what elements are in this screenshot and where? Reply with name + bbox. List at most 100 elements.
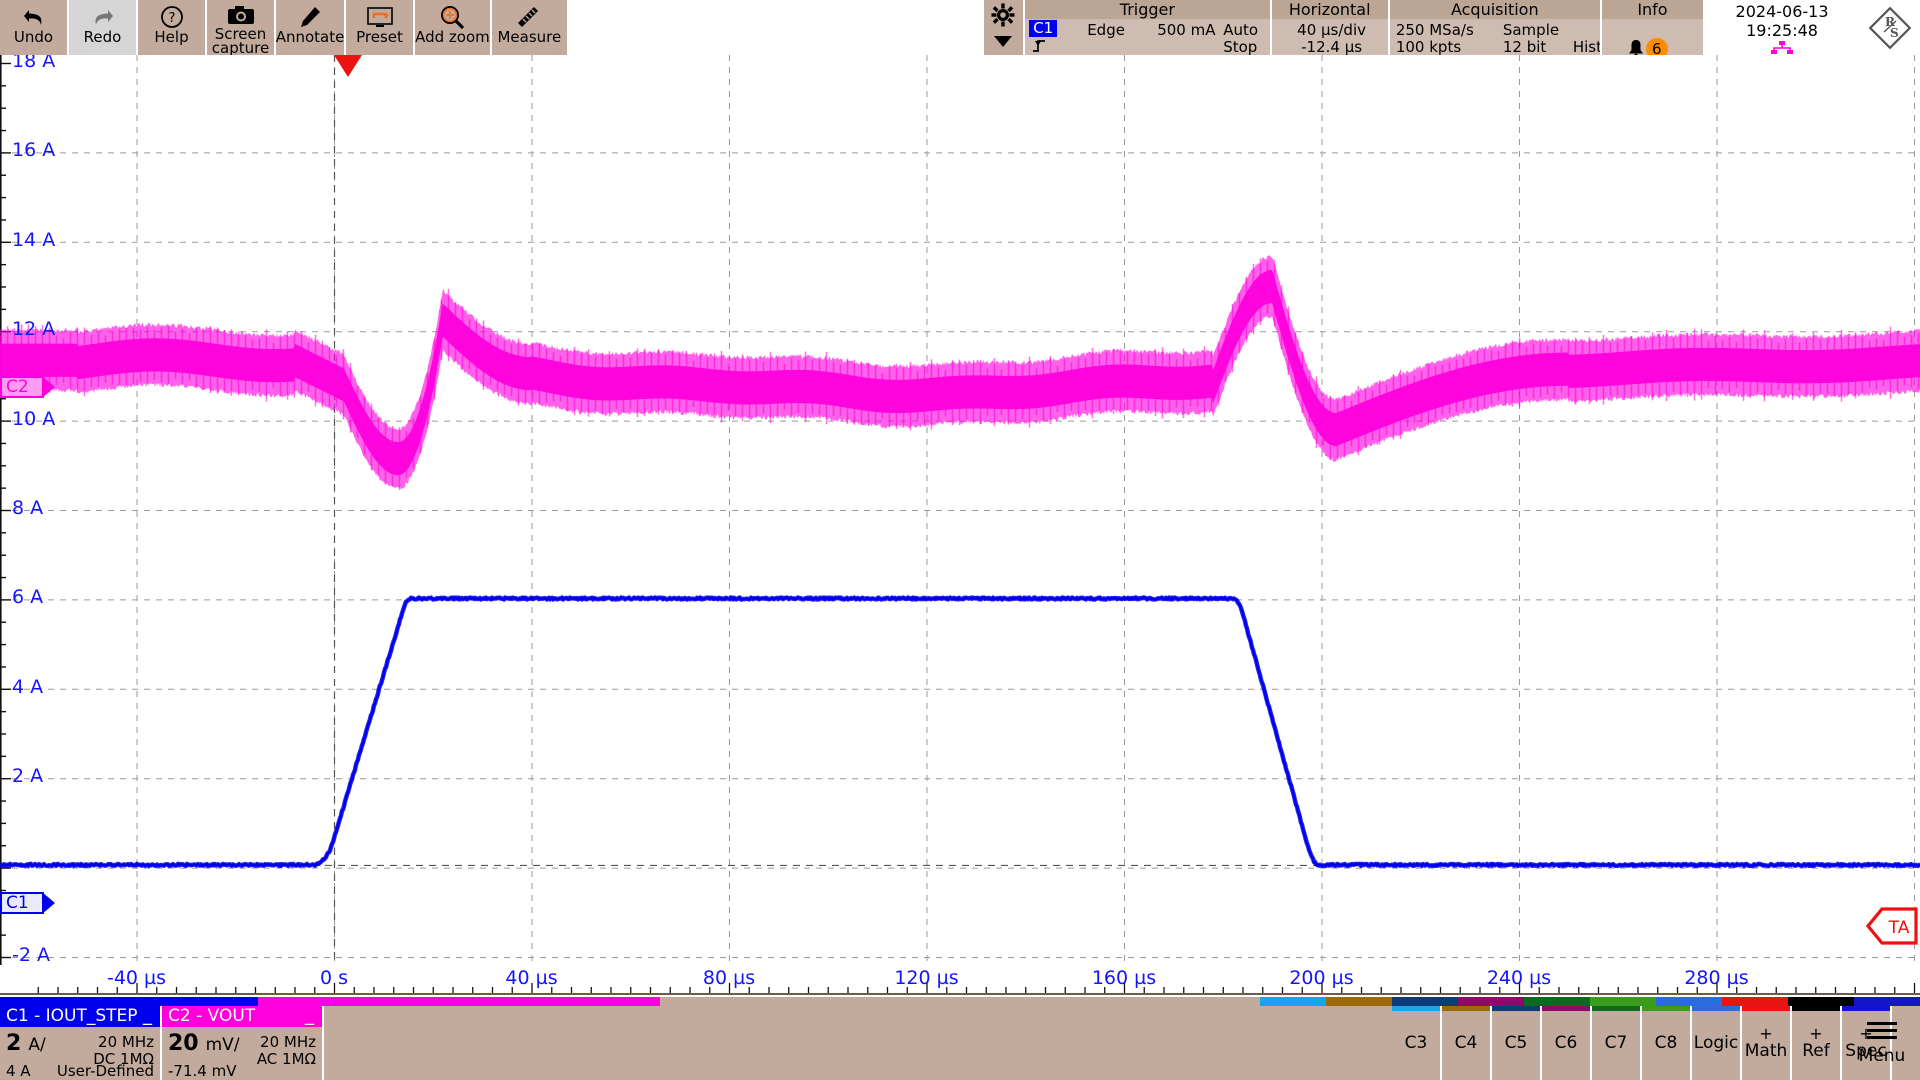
channel-marker-c1[interactable]: C1 (0, 892, 44, 914)
mem-seg-c3 (1260, 997, 1326, 1006)
channel-button-c5[interactable]: C5 (1492, 1006, 1542, 1080)
y-axis-tick-label: -2 A (12, 944, 50, 965)
trigger-level: 500 mA (1157, 21, 1215, 39)
channel-box-c1[interactable]: C1 - IOUT_STEP _ 2 A/ 20 MHz DC 1MΩ 4 A … (0, 1006, 162, 1080)
channel-button-math[interactable]: +Math (1742, 1006, 1792, 1080)
chevron-down-icon[interactable] (992, 33, 1014, 52)
x-axis-tick-label: -40 µs (93, 967, 181, 989)
redo-button[interactable]: Redo (69, 0, 138, 55)
trigger-source-badge[interactable]: C1 (1029, 20, 1057, 37)
trigger-position-marker[interactable] (334, 55, 362, 77)
time-ruler: -40 µs0 s40 µs80 µs120 µs160 µs200 µs240… (0, 965, 1920, 997)
channel-button-label: C6 (1555, 1034, 1578, 1053)
channel-c2-title: C2 - VOUT (168, 1006, 255, 1026)
pencil-icon (298, 4, 322, 30)
channel-stripe (1442, 1006, 1490, 1011)
acquisition-depth: 100 kpts (1396, 38, 1461, 56)
waveform-plot-area[interactable]: C2 C1 TA 18 A16 A14 A12 A10 A8 A6 A4 A2 … (0, 55, 1920, 965)
channel-marker-c2[interactable]: C2 (0, 376, 44, 398)
gear-icon[interactable] (990, 2, 1016, 32)
channel-button-logic[interactable]: Logic (1692, 1006, 1742, 1080)
trigger-level-marker-ta[interactable]: TA (1866, 907, 1918, 945)
trigger-header: Trigger (1025, 0, 1269, 19)
channel-c2-title-bar[interactable]: C2 - VOUT _ (162, 1006, 322, 1027)
channel-c2-coupling: AC 1MΩ (257, 1050, 316, 1068)
channel-button-label: C7 (1605, 1034, 1628, 1053)
channel-c2-offset: -71.4 mV (168, 1062, 236, 1080)
y-axis-tick-label: 10 A (12, 408, 55, 430)
mem-seg-c5 (1392, 997, 1458, 1006)
x-axis-tick-label: 240 µs (1475, 967, 1563, 989)
oscilloscope-screen: Undo Redo ? Help Screen capture Annotate (0, 0, 1920, 1080)
y-axis-tick-label: 14 A (12, 229, 55, 251)
time-label: 19:25:48 (1703, 21, 1861, 40)
rohde-schwarz-logo: R S (1861, 0, 1920, 55)
channel-button-c8[interactable]: C8 (1642, 1006, 1692, 1080)
mem-seg-spec (1854, 997, 1920, 1006)
memory-position-bar[interactable] (0, 997, 1920, 1006)
add-zoom-button[interactable]: Add zoom (415, 0, 492, 55)
acquisition-rate: 250 MSa/s (1396, 21, 1474, 39)
date-label: 2024-06-13 (1703, 2, 1861, 21)
trigger-slope-icon (1031, 38, 1047, 53)
channel-button-label: Math (1745, 1042, 1788, 1061)
hamburger-menu-icon (1865, 1020, 1899, 1046)
channel-marker-c2-label: C2 (6, 377, 29, 397)
horizontal-rows: 40 µs/div -12.4 µs (1272, 19, 1388, 55)
channel-c1-minimize[interactable]: _ (143, 1005, 152, 1026)
channel-bar: C1 - IOUT_STEP _ 2 A/ 20 MHz DC 1MΩ 4 A … (0, 1006, 1920, 1080)
acquisition-mode: Sample (1503, 21, 1559, 39)
channel-c2-bandwidth: 20 MHz (260, 1033, 316, 1051)
trigger-mode: Auto (1223, 21, 1258, 39)
channel-button-label: Logic (1694, 1034, 1738, 1053)
channel-stripe (1492, 1006, 1540, 1011)
channel-c1-bandwidth: 20 MHz (98, 1033, 154, 1051)
top-toolbar: Undo Redo ? Help Screen capture Annotate (0, 0, 1920, 55)
channel-c2-minimize[interactable]: _ (305, 1005, 314, 1026)
magnifier-plus-icon (439, 4, 465, 30)
help-button[interactable]: ? Help (138, 0, 207, 55)
y-axis-tick-label: 4 A (12, 676, 43, 698)
channel-button-label: Ref (1802, 1042, 1830, 1061)
channel-button-c7[interactable]: C7 (1592, 1006, 1642, 1080)
y-axis-tick-label: 6 A (12, 586, 43, 608)
mem-seg-c1 (0, 997, 258, 1006)
preset-label: Preset (356, 31, 403, 44)
measure-label: Measure (497, 31, 561, 44)
add-icon: + (1809, 1026, 1822, 1042)
channel-button-c3[interactable]: C3 (1392, 1006, 1442, 1080)
info-status-panel[interactable]: Info 6 (1600, 0, 1703, 55)
mem-seg-c6 (1458, 997, 1524, 1006)
channel-button-ref[interactable]: +Ref (1792, 1006, 1842, 1080)
x-axis-tick-label: 80 µs (685, 967, 773, 989)
mem-seg-ref (1788, 997, 1854, 1006)
channel-c1-offset: 4 A (6, 1062, 31, 1080)
undo-button[interactable]: Undo (0, 0, 69, 55)
menu-button[interactable]: Menu (1844, 1006, 1920, 1080)
mem-seg-logic (1656, 997, 1722, 1006)
x-axis-tick-label: 328 µs (1910, 967, 1920, 989)
svg-text:S: S (1890, 26, 1899, 40)
acquisition-header: Acquisition (1390, 0, 1600, 19)
acquisition-status-panel[interactable]: Acquisition 250 MSa/s Sample 100 kpts 12… (1388, 0, 1600, 55)
horizontal-status-panel[interactable]: Horizontal 40 µs/div -12.4 µs (1270, 0, 1388, 55)
trigger-status-panel[interactable]: Trigger C1 Edge 500 mA Auto Stop (1023, 0, 1269, 55)
x-axis-tick-label: 200 µs (1278, 967, 1366, 989)
channel-box-c2[interactable]: C2 - VOUT _ 20 mV/ 20 MHz AC 1MΩ -71.4 m… (162, 1006, 324, 1080)
measure-button[interactable]: Measure (492, 0, 569, 55)
preset-button[interactable]: Preset (346, 0, 415, 55)
add-zoom-label: Add zoom (415, 31, 490, 44)
screen-capture-button[interactable]: Screen capture (207, 0, 276, 55)
channel-button-label: C3 (1405, 1034, 1428, 1053)
channel-stripe (1642, 1006, 1690, 1011)
channel-c1-title: C1 - IOUT_STEP (6, 1006, 138, 1026)
channel-c1-title-bar[interactable]: C1 - IOUT_STEP _ (0, 1006, 160, 1027)
channel-button-c4[interactable]: C4 (1442, 1006, 1492, 1080)
horizontal-position: -12.4 µs (1272, 38, 1392, 56)
channel-stripe (1542, 1006, 1590, 1011)
channel-button-c6[interactable]: C6 (1542, 1006, 1592, 1080)
annotate-button[interactable]: Annotate (276, 0, 346, 55)
mem-seg-math (1722, 997, 1788, 1006)
help-label: Help (154, 31, 188, 44)
channel-c2-body: 20 mV/ 20 MHz AC 1MΩ -71.4 mV (162, 1027, 322, 1080)
